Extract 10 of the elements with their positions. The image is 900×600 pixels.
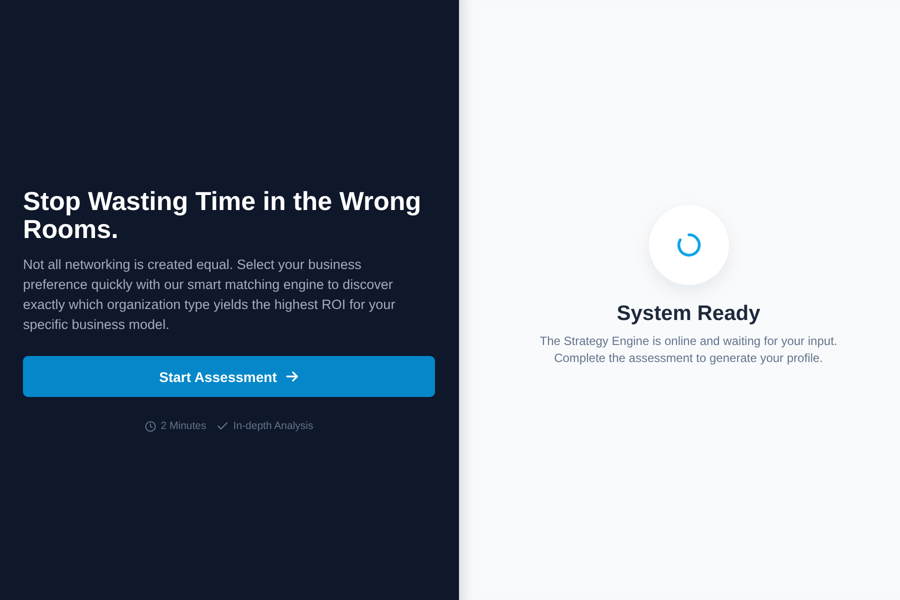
check-icon [217,422,228,430]
arrow-right-icon [286,371,299,382]
hero-heading: Stop Wasting Time in the Wrong Rooms. [23,187,422,243]
clock-icon [144,420,156,432]
meta-label: 2 Minutes [160,419,206,433]
meta-label: In-depth Analysis [233,419,314,433]
status-description: The Strategy Engine is online and waiting for your input. Complete the assessment to generate your profile. [538,333,838,367]
hero-description: Not all networking is created equal. Select your business preference quickly with our smart matching engine to discover exactly which organization type yields the highest ROI for your specific business model. [23,256,396,334]
status-title: System Ready [616,301,760,327]
start-assessment-button[interactable]: Start Assessment [23,356,435,397]
